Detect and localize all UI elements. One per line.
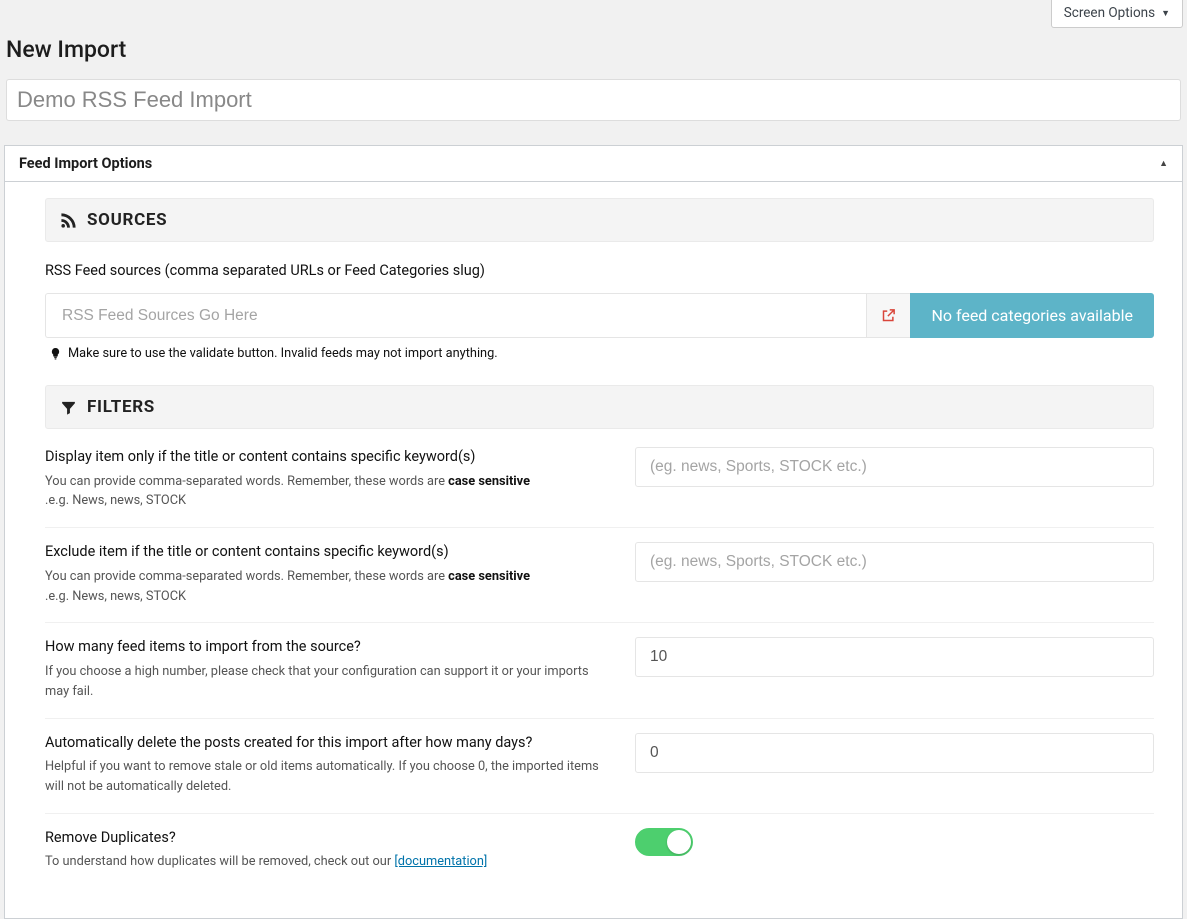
import-count-label: How many feed items to import from the s… xyxy=(45,637,615,657)
section-title: FILTERS xyxy=(87,397,155,417)
lightbulb-icon xyxy=(50,347,61,360)
remove-duplicates-desc: To understand how duplicates will be rem… xyxy=(45,852,615,872)
filters-section-header: FILTERS xyxy=(45,385,1154,429)
documentation-link[interactable]: [documentation] xyxy=(394,854,487,869)
import-count-desc: If you choose a high number, please chec… xyxy=(45,662,615,702)
sources-label: RSS Feed sources (comma separated URLs o… xyxy=(45,262,1154,279)
external-link-icon xyxy=(881,308,896,323)
autodelete-days-desc: Helpful if you want to remove stale or o… xyxy=(45,757,615,797)
screen-options-toggle[interactable]: Screen Options ▼ xyxy=(1051,0,1183,28)
autodelete-days-input[interactable] xyxy=(635,733,1154,773)
sources-section-header: SOURCES xyxy=(45,198,1154,242)
remove-duplicates-label: Remove Duplicates? xyxy=(45,828,615,848)
page-title: New Import xyxy=(6,32,1181,67)
autodelete-days-label: Automatically delete the posts created f… xyxy=(45,733,615,753)
sources-hint: Make sure to use the validate button. In… xyxy=(68,346,498,361)
filter-icon xyxy=(60,399,77,416)
feed-import-options-box: Feed Import Options ▲ SOURCES RSS Feed s… xyxy=(4,145,1183,919)
no-feed-categories-label: No feed categories available xyxy=(910,293,1154,338)
rss-sources-input[interactable] xyxy=(45,293,866,338)
postbox-title: Feed Import Options xyxy=(19,155,152,172)
section-title: SOURCES xyxy=(87,210,167,230)
toggle-knob xyxy=(667,830,691,854)
remove-duplicates-toggle[interactable] xyxy=(635,828,693,856)
import-title-input[interactable] xyxy=(6,79,1181,121)
screen-options-label: Screen Options xyxy=(1064,5,1155,21)
rss-icon xyxy=(60,212,77,229)
import-count-input[interactable] xyxy=(635,637,1154,677)
include-keywords-desc: You can provide comma-separated words. R… xyxy=(45,472,615,512)
exclude-keywords-desc: You can provide comma-separated words. R… xyxy=(45,567,615,607)
exclude-keywords-label: Exclude item if the title or content con… xyxy=(45,542,615,562)
include-keywords-label: Display item only if the title or conten… xyxy=(45,447,615,467)
exclude-keywords-input[interactable] xyxy=(635,542,1154,582)
collapse-icon[interactable]: ▲ xyxy=(1159,158,1168,169)
chevron-down-icon: ▼ xyxy=(1161,8,1170,19)
include-keywords-input[interactable] xyxy=(635,447,1154,487)
validate-feed-button[interactable] xyxy=(866,293,910,338)
